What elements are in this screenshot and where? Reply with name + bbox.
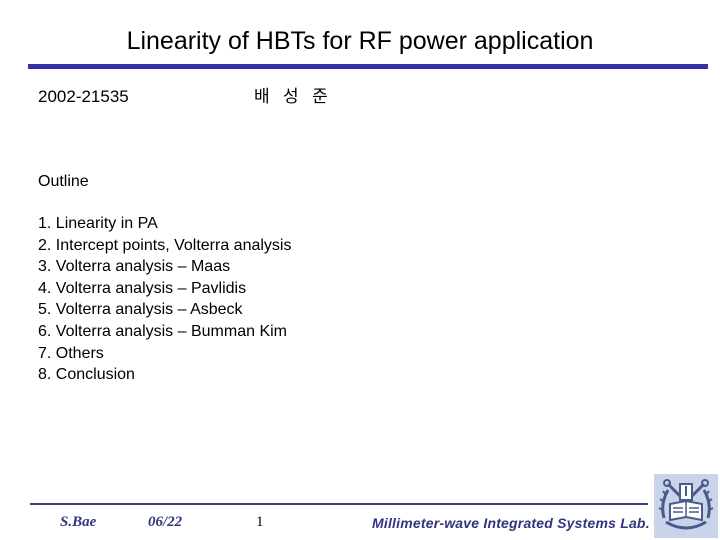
emblem-graphic	[654, 474, 718, 538]
footer-date: 06/22	[148, 514, 183, 530]
student-name: 배 성 준	[254, 87, 332, 107]
outline-item: 3. Volterra analysis – Maas	[38, 258, 231, 276]
outline-item: 7. Others	[38, 344, 104, 362]
lab-name: Millimeter-wave Integrated Systems Lab.	[372, 515, 650, 531]
title-divider	[28, 64, 708, 69]
outline-item: 5. Volterra analysis – Asbeck	[38, 301, 243, 319]
outline-item: 4. Volterra analysis – Pavlidis	[38, 279, 247, 297]
outline-item: 8. Conclusion	[38, 366, 135, 384]
footer-author: S.Bae	[60, 514, 97, 530]
outline-heading: Outline	[38, 173, 89, 190]
outline-item: 6. Volterra analysis – Bumman Kim	[38, 322, 287, 340]
student-id: 2002-21535	[38, 87, 129, 106]
outline-item: 2. Intercept points, Volterra analysis	[38, 236, 292, 254]
university-emblem-icon	[654, 474, 718, 538]
page-number: 1	[256, 514, 264, 530]
slide-title: Linearity of HBTs for RF power applicati…	[126, 27, 594, 55]
outline-list: 1. Linearity in PA 2. Intercept points, …	[38, 213, 291, 386]
outline-item: 1. Linearity in PA	[38, 215, 158, 232]
slide: Linearity of HBTs for RF power applicati…	[0, 0, 720, 540]
footer-divider	[30, 503, 648, 505]
